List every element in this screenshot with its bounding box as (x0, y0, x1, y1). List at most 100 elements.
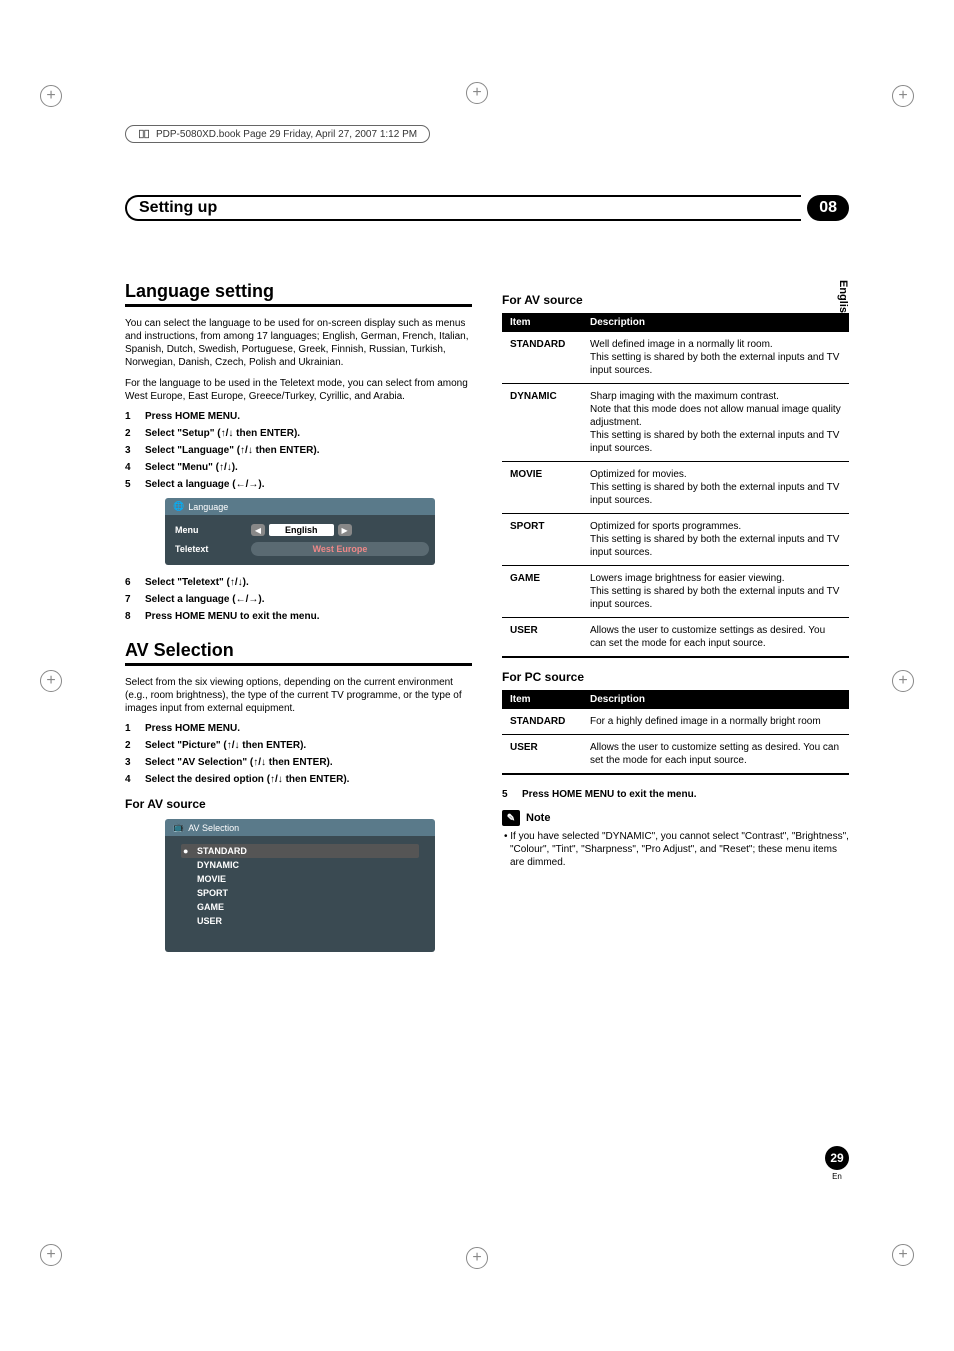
av-selection-heading: AV Selection (125, 640, 472, 666)
pc-source-table: Item Description STANDARDFor a highly de… (502, 690, 849, 773)
step-text: Select the desired option (↑/↓ then ENTE… (145, 774, 472, 785)
step-text: Select a language (←/→). (145, 479, 472, 490)
language-intro-1: You can select the language to be used f… (125, 317, 472, 369)
av-steps: 1 Press HOME MENU. 2 Select "Picture" (↑/↓… (125, 723, 472, 785)
book-header-text: PDP-5080XD.book Page 29 Friday, April 27… (156, 129, 417, 140)
step-number: 2 (125, 428, 135, 439)
note-header: ✎ Note (502, 810, 849, 826)
panel-title-text: Language (188, 502, 228, 512)
step-number: 6 (125, 577, 135, 588)
panel-title: 📺 AV Selection (165, 819, 435, 836)
step-text: Select "Setup" (↑/↓ then ENTER). (145, 428, 472, 439)
crop-mark-icon (892, 670, 914, 692)
crop-mark-icon (466, 1247, 488, 1269)
for-av-source-heading: For AV source (125, 797, 472, 811)
note-label: Note (526, 812, 550, 824)
step-text: Press HOME MENU. (145, 723, 472, 734)
table-row: MOVIEOptimized for movies. This setting … (502, 462, 849, 514)
book-header: PDP-5080XD.book Page 29 Friday, April 27… (125, 125, 430, 143)
av-option-standard[interactable]: STANDARD (181, 844, 419, 858)
chapter-title: Setting up (125, 195, 801, 221)
step-number: 4 (125, 462, 135, 473)
cell-desc: Sharp imaging with the maximum contrast.… (582, 384, 849, 462)
menu-row-value: English (269, 524, 334, 536)
step-number: 3 (125, 757, 135, 768)
panel-title: 🌐 Language (165, 498, 435, 515)
step-number: 1 (125, 723, 135, 734)
table-row: STANDARDWell defined image in a normally… (502, 332, 849, 384)
cell-desc: For a highly defined image in a normally… (582, 709, 849, 735)
left-arrow-icon[interactable]: ◀ (251, 524, 265, 536)
page-lang: En (825, 1172, 849, 1181)
cell-item: DYNAMIC (502, 384, 582, 462)
av-option-movie[interactable]: MOVIE (181, 872, 419, 886)
step-text: Select "Teletext" (↑/↓). (145, 577, 472, 588)
av-option-sport[interactable]: SPORT (181, 886, 419, 900)
page-number: 29 (825, 1146, 849, 1170)
cell-desc: Optimized for sports programmes. This se… (582, 514, 849, 566)
step-text: Select "Menu" (↑/↓). (145, 462, 472, 473)
language-steps: 1 Press HOME MENU. 2 Select "Setup" (↑/↓ t… (125, 411, 472, 490)
language-tab: English (837, 280, 849, 320)
right-arrow-icon[interactable]: ▶ (338, 524, 352, 536)
for-av-source-heading-right: For AV source (502, 293, 849, 307)
step-number: 8 (125, 611, 135, 622)
table-row: USERAllows the user to customize setting… (502, 735, 849, 774)
language-setting-heading: Language setting (125, 281, 472, 307)
for-pc-source-heading: For PC source (502, 670, 849, 684)
step-text: Press HOME MENU to exit the menu. (522, 789, 849, 800)
teletext-row-value: West Europe (313, 544, 368, 554)
cell-desc: Well defined image in a normally lit roo… (582, 332, 849, 384)
step-number: 5 (502, 789, 512, 800)
step-text: Select "Language" (↑/↓ then ENTER). (145, 445, 472, 456)
step-number: 4 (125, 774, 135, 785)
step-text: Press HOME MENU to exit the menu. (145, 611, 472, 622)
step-text: Press HOME MENU. (145, 411, 472, 422)
step-5: 5 Press HOME MENU to exit the menu. (502, 789, 849, 800)
table-header-desc: Description (582, 313, 849, 332)
step-number: 3 (125, 445, 135, 456)
cell-desc: Optimized for movies. This setting is sh… (582, 462, 849, 514)
language-osd-panel: 🌐 Language Menu ◀ English ▶ Teletext (165, 498, 435, 565)
cell-item: USER (502, 618, 582, 657)
cell-item: GAME (502, 566, 582, 618)
table-row: STANDARDFor a highly defined image in a … (502, 709, 849, 735)
panel-title-text: AV Selection (188, 823, 239, 833)
crop-mark-icon (40, 670, 62, 692)
step-number: 2 (125, 740, 135, 751)
av-intro: Select from the six viewing options, dep… (125, 676, 472, 715)
av-option-game[interactable]: GAME (181, 900, 419, 914)
cell-desc: Lowers image brightness for easier viewi… (582, 566, 849, 618)
step-text: Select "Picture" (↑/↓ then ENTER). (145, 740, 472, 751)
language-intro-2: For the language to be used in the Telet… (125, 377, 472, 403)
step-number: 7 (125, 594, 135, 605)
cell-item: SPORT (502, 514, 582, 566)
book-icon (138, 128, 150, 140)
note-text: • If you have selected "DYNAMIC", you ca… (502, 830, 849, 869)
cell-item: STANDARD (502, 332, 582, 384)
language-steps-2: 6 Select "Teletext" (↑/↓). 7 Select a lang… (125, 577, 472, 622)
table-header-item: Item (502, 690, 582, 709)
step-text: Select a language (←/→). (145, 594, 472, 605)
crop-mark-icon (40, 1244, 62, 1266)
table-header-desc: Description (582, 690, 849, 709)
av-source-table: Item Description STANDARDWell defined im… (502, 313, 849, 656)
av-selection-osd-panel: 📺 AV Selection STANDARD DYNAMIC MOVIE SP… (165, 819, 435, 952)
globe-icon: 🌐 (173, 501, 184, 512)
av-option-user[interactable]: USER (181, 914, 419, 928)
teletext-row-label: Teletext (171, 544, 251, 554)
table-row: DYNAMICSharp imaging with the maximum co… (502, 384, 849, 462)
chapter-number: 08 (807, 195, 849, 221)
cell-item: MOVIE (502, 462, 582, 514)
step-text: Select "AV Selection" (↑/↓ then ENTER). (145, 757, 472, 768)
note-icon: ✎ (502, 810, 520, 826)
page-number-wrap: 29 En (825, 1146, 849, 1181)
cell-item: USER (502, 735, 582, 774)
table-header-item: Item (502, 313, 582, 332)
table-row: USERAllows the user to customize setting… (502, 618, 849, 657)
step-number: 1 (125, 411, 135, 422)
table-row: GAMELowers image brightness for easier v… (502, 566, 849, 618)
av-option-dynamic[interactable]: DYNAMIC (181, 858, 419, 872)
cell-item: STANDARD (502, 709, 582, 735)
tv-icon: 📺 (173, 822, 184, 833)
